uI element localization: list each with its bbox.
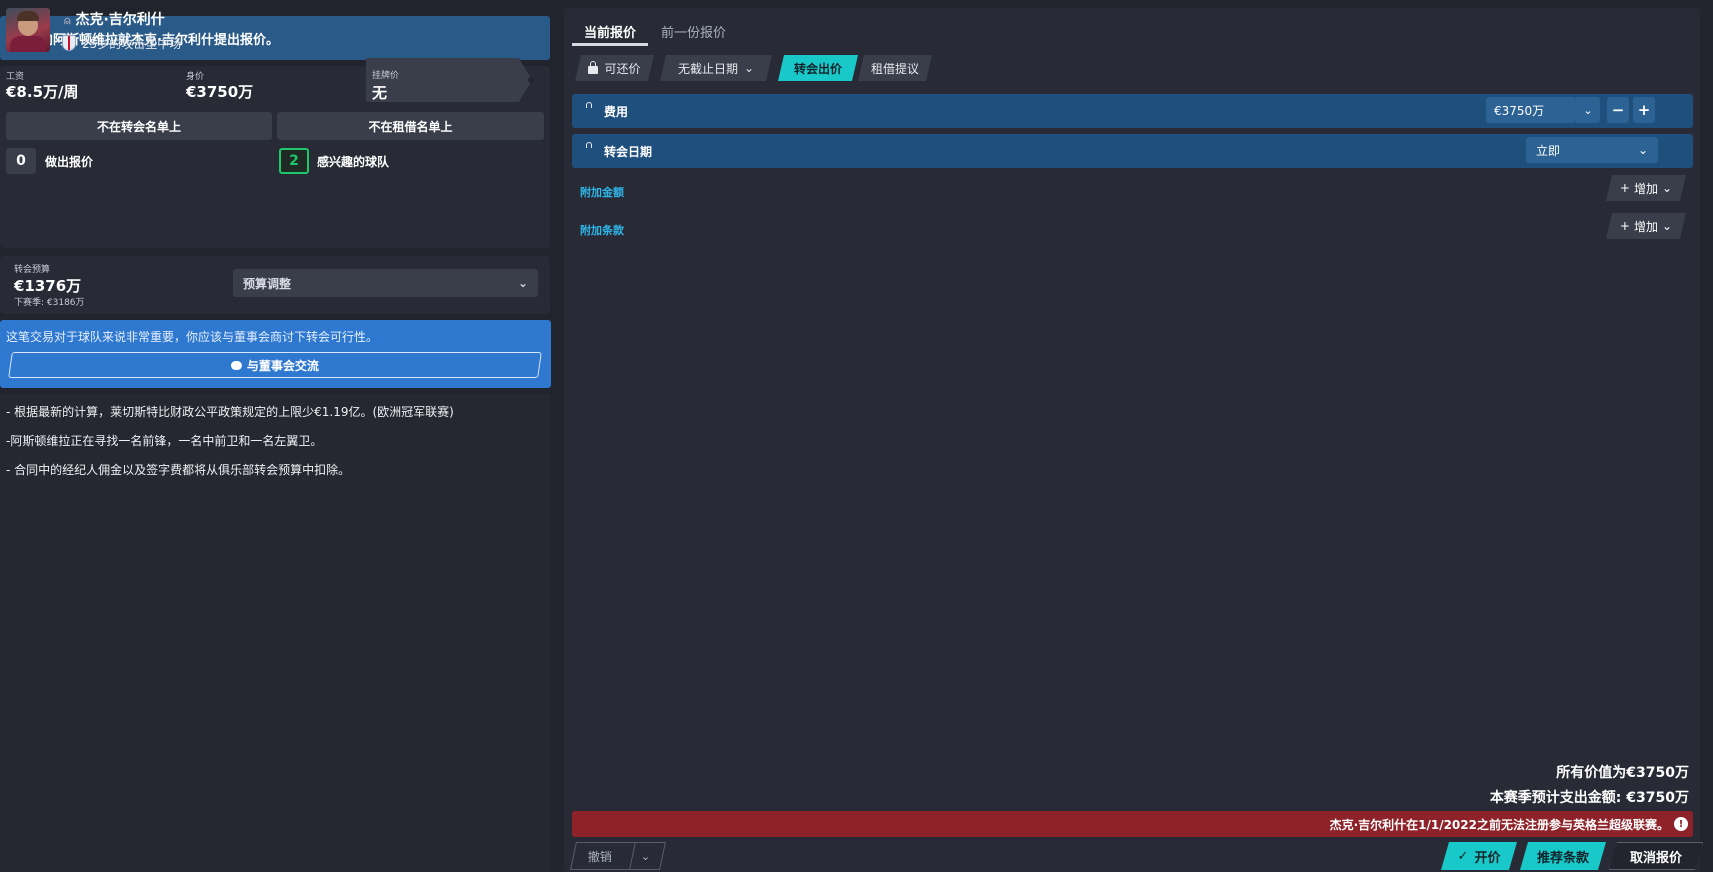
add-fee-button[interactable]: + 增加 ⌄	[1606, 175, 1686, 201]
undo-button[interactable]: 撤销 ⌄	[570, 842, 666, 870]
player-avatar[interactable]	[6, 8, 50, 52]
make-offer-label: 开价	[1474, 850, 1501, 866]
england-flag-icon	[62, 35, 76, 51]
loan-offer-tab[interactable]: 租借提议	[858, 55, 932, 81]
asking-price-value: 无	[372, 84, 388, 102]
talk-to-board-button[interactable]: 与董事会交流	[8, 352, 542, 378]
add-clause-button[interactable]: + 增加 ⌄	[1606, 213, 1686, 239]
transfer-date-label: 转会日期	[604, 145, 653, 159]
additional-fee-link[interactable]: 附加金额	[580, 184, 624, 200]
chat-bubble-icon	[230, 360, 242, 370]
deadline-dropdown[interactable]: 无截止日期 ⌄	[660, 55, 772, 81]
value-value: €3750万	[186, 83, 254, 101]
chevron-down-icon: ⌄	[1662, 181, 1673, 195]
player-name[interactable]: ⍝ 杰克·吉尔利什	[64, 9, 165, 29]
negotiable-toggle[interactable]: 可还价	[575, 55, 654, 81]
chevron-down-icon: ⌄	[517, 276, 528, 290]
transfer-date-row	[572, 134, 1693, 168]
transfer-offer-tab[interactable]: 转会出价	[778, 55, 858, 81]
note-item: - 根据最新的计算，莱切斯特比财政公平政策规定的上限少€1.19亿。(欧洲冠军联…	[6, 405, 454, 419]
tab-current-offer[interactable]: 当前报价	[584, 22, 636, 41]
undo-label: 撤销	[588, 849, 613, 864]
deadline-label: 无截止日期	[677, 61, 738, 76]
tag-hole-icon	[528, 77, 534, 83]
offers-label: 做出报价	[45, 155, 94, 169]
plus-icon: +	[1619, 219, 1630, 233]
asking-price-label: 挂牌价	[372, 71, 400, 81]
check-icon: ✓	[1457, 848, 1469, 864]
interested-clubs-label: 感兴趣的球队	[317, 155, 390, 169]
info-icon[interactable]: !	[1674, 817, 1688, 831]
chevron-down-icon: ⌄	[1662, 219, 1673, 233]
chevron-down-icon: ⌄	[743, 61, 755, 75]
tab-previous-offer[interactable]: 前一份报价	[661, 22, 726, 41]
fee-input[interactable]: €3750万	[1486, 97, 1576, 123]
transfer-budget-label: 转会预算	[14, 265, 51, 275]
note-item: -阿斯顿维拉正在寻找一名前锋，一名中前卫和一名左翼卫。	[6, 434, 323, 448]
note-item: - 合同中的经纪人佣金以及签字费都将从俱乐部转会预算中扣除。	[6, 463, 351, 477]
transfer-date-dropdown[interactable]: 立即 ⌄	[1526, 137, 1658, 163]
lock-icon	[588, 66, 598, 74]
active-tab-indicator	[572, 43, 648, 46]
person-icon: ⍝	[64, 14, 71, 27]
transfer-budget-value: €1376万	[14, 277, 82, 295]
make-offer-button[interactable]: ✓ 开价	[1441, 842, 1517, 870]
negotiable-label: 可还价	[604, 61, 641, 76]
additional-clause-link[interactable]: 附加条款	[580, 222, 624, 238]
loan-list-status-button[interactable]: 不在租借名单上	[277, 112, 544, 140]
total-value-summary: 所有价值为€3750万	[1556, 765, 1689, 781]
wage-value: €8.5万/周	[6, 83, 79, 101]
next-season-budget: 下赛季: €3186万	[14, 298, 85, 308]
cancel-offer-button[interactable]: 取消报价	[1609, 842, 1703, 870]
fee-decrease-button[interactable]: −	[1607, 97, 1629, 123]
chevron-down-icon[interactable]: ⌄	[633, 850, 650, 863]
transfer-date-value: 立即	[1536, 143, 1561, 158]
offers-count[interactable]: 0	[6, 148, 36, 174]
season-spend-summary: 本赛季预计支出金额: €3750万	[1489, 790, 1689, 806]
registration-warning-text: 杰克·吉尔利什在1/1/2022之前无法注册参与英格兰超级联赛。	[1329, 818, 1669, 832]
plus-icon: +	[1619, 181, 1630, 195]
add-label: 增加	[1633, 181, 1658, 196]
player-description: 25岁的攻击型中场	[82, 37, 182, 51]
budget-adjust-label: 预算调整	[243, 276, 292, 291]
suggest-terms-button[interactable]: 推荐条款	[1520, 842, 1606, 870]
transfer-list-status-button[interactable]: 不在转会名单上	[6, 112, 272, 140]
fee-label: 费用	[604, 105, 629, 119]
chevron-down-icon: ⌄	[1637, 143, 1648, 157]
player-name-text: 杰克·吉尔利什	[75, 12, 165, 28]
add-label: 增加	[1633, 219, 1658, 234]
chevron-down-icon[interactable]: ⌄	[1576, 97, 1600, 123]
board-advice-text: 这笔交易对于球队来说非常重要，你应该与董事会商讨下转会可行性。	[6, 330, 379, 344]
fee-increase-button[interactable]: +	[1633, 97, 1655, 123]
interested-clubs-count[interactable]: 2	[279, 148, 309, 174]
budget-adjust-dropdown[interactable]: 预算调整 ⌄	[233, 269, 538, 297]
talk-to-board-label: 与董事会交流	[246, 358, 319, 373]
